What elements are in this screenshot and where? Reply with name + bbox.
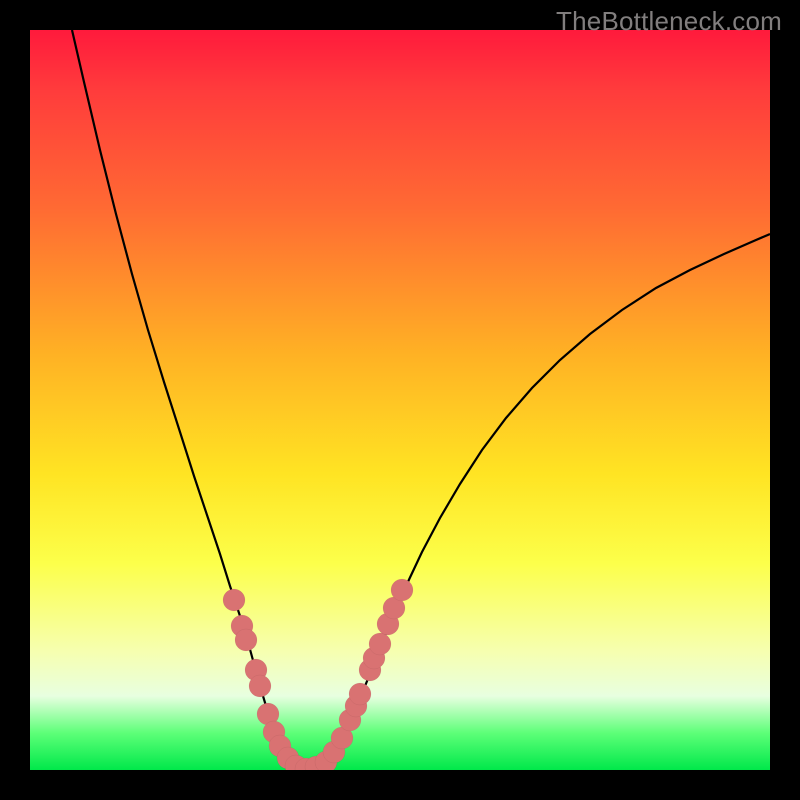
highlight-dot [391, 579, 413, 601]
highlight-dots-group [223, 579, 413, 770]
highlight-dot [369, 633, 391, 655]
chart-svg [30, 30, 770, 770]
highlight-dot [249, 675, 271, 697]
chart-plot-area [30, 30, 770, 770]
highlight-dot [349, 683, 371, 705]
highlight-dot [235, 629, 257, 651]
highlight-dot [223, 589, 245, 611]
bottleneck-curve [72, 30, 770, 769]
watermark-text: TheBottleneck.com [556, 6, 782, 37]
